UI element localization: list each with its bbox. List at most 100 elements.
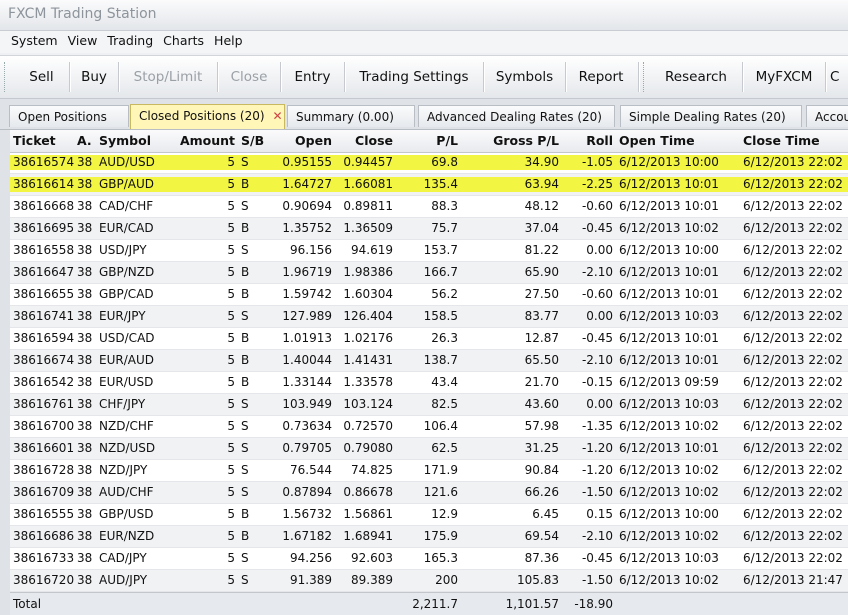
- menu-help[interactable]: Help: [214, 31, 250, 51]
- column-header-gross-pl[interactable]: Gross P/L: [461, 130, 562, 152]
- stop-limit-button[interactable]: Stop/Limit: [119, 56, 217, 98]
- cell-side: S: [241, 419, 249, 433]
- column-header-close[interactable]: Close: [335, 130, 396, 152]
- menu-charts[interactable]: Charts: [163, 31, 211, 51]
- cell-amount: 5: [227, 529, 235, 543]
- column-header-roll[interactable]: Roll: [562, 130, 616, 152]
- cell-pl: 69.8: [431, 155, 458, 169]
- tab-simple-dealing-rates[interactable]: Simple Dealing Rates (20): [620, 105, 802, 127]
- cell-symbol: AUD/USD: [99, 155, 155, 169]
- cell-roll: -2.25: [581, 177, 613, 191]
- table-row[interactable]: 38616700 38 NZD/CHF 5 S 0.73634 0.72570 106.4 57…: [10, 416, 848, 438]
- cell-roll: 0.00: [586, 243, 613, 257]
- cell-close: 94.619: [351, 243, 393, 257]
- cell-pl: 158.5: [423, 309, 458, 323]
- column-header-open-time[interactable]: Open Time: [616, 130, 740, 152]
- table-row[interactable]: 38616674 38 EUR/AUD 5 B 1.40044 1.41431 138.7 65…: [10, 350, 848, 372]
- sell-button[interactable]: Sell: [14, 56, 69, 98]
- cell-symbol: EUR/NZD: [99, 529, 155, 543]
- trading-settings-button[interactable]: Trading Settings: [345, 56, 483, 98]
- cell-open-time: 6/12/2013 10:03: [619, 551, 719, 565]
- research-button[interactable]: Research: [650, 56, 742, 98]
- column-header-account[interactable]: A.: [74, 130, 96, 152]
- table-row[interactable]: 38616655 38 GBP/CAD 5 B 1.59742 1.60304 56.2 27.…: [10, 284, 848, 306]
- table-row[interactable]: 38616558 38 USD/JPY 5 S 96.156 94.619 153.7 81.2…: [10, 240, 848, 262]
- table-row[interactable]: 38616574 38 AUD/USD 5 S 0.95155 0.94457 69.8 34.…: [10, 152, 848, 174]
- menu-system[interactable]: System: [0, 31, 65, 51]
- symbols-button[interactable]: Symbols: [484, 56, 565, 98]
- cell-symbol: NZD/JPY: [99, 463, 148, 477]
- toolbar-grip[interactable]: [4, 62, 8, 92]
- table-row[interactable]: 38616709 38 AUD/CHF 5 S 0.87894 0.86678 121.6 66…: [10, 482, 848, 504]
- table-row[interactable]: 38616668 38 CAD/CHF 5 S 0.90694 0.89811 88.3 48.…: [10, 196, 848, 218]
- cell-close-time: 6/12/2013 22:02: [743, 177, 843, 191]
- cell-open: 0.87894: [282, 485, 332, 499]
- cell-ticket: 38616655: [13, 287, 74, 301]
- table-row[interactable]: 38616720 38 AUD/JPY 5 S 91.389 89.389 200 105.83…: [10, 570, 848, 592]
- report-button[interactable]: Report: [566, 56, 636, 98]
- cell-close-time: 6/12/2013 22:02: [743, 485, 843, 499]
- cell-amount: 5: [227, 155, 235, 169]
- table-row[interactable]: 38616555 38 GBP/USD 5 B 1.56732 1.56861 12.9 6.4…: [10, 504, 848, 526]
- cell-side: B: [241, 331, 250, 345]
- cell-close-time: 6/12/2013 22:02: [743, 441, 843, 455]
- cell-open-time: 6/12/2013 10:01: [619, 287, 719, 301]
- tab-open-positions[interactable]: Open Positions: [9, 105, 129, 127]
- table-row[interactable]: 38616594 38 USD/CAD 5 B 1.01913 1.02176 26.3 12.…: [10, 328, 848, 350]
- cell-close-time: 6/12/2013 22:02: [743, 221, 843, 235]
- cell-symbol: NZD/CHF: [99, 419, 154, 433]
- table-row[interactable]: 38616695 38 EUR/CAD 5 B 1.35752 1.36509 75.7 37.…: [10, 218, 848, 240]
- column-header-open[interactable]: Open: [270, 130, 335, 152]
- column-header-pl[interactable]: P/L: [396, 130, 461, 152]
- cell-roll: 0.15: [586, 507, 613, 521]
- table-row[interactable]: 38616733 38 CAD/JPY 5 S 94.256 92.603 165.3 87.3…: [10, 548, 848, 570]
- entry-button[interactable]: Entry: [281, 56, 344, 98]
- cell-roll: -0.15: [581, 375, 613, 389]
- column-header-ticket[interactable]: Ticket: [10, 130, 74, 152]
- close-tab-icon[interactable]: ✕: [273, 109, 283, 123]
- column-header-side[interactable]: S/B: [238, 130, 270, 152]
- cell-gross-pl: 66.26: [524, 485, 559, 499]
- tab-closed-positions[interactable]: Closed Positions (20) ✕: [130, 104, 285, 129]
- cell-side: S: [241, 199, 249, 213]
- tab-bar: Open Positions Closed Positions (20) ✕ Su…: [0, 99, 848, 130]
- table-row[interactable]: 38616728 38 NZD/JPY 5 S 76.544 74.825 171.9 90.8…: [10, 460, 848, 482]
- cell-ticket: 38616728: [13, 463, 74, 477]
- cell-pl: 138.7: [423, 353, 458, 367]
- table-row[interactable]: 38616761 38 CHF/JPY 5 S 103.949 103.124 82.5 43.…: [10, 394, 848, 416]
- close-button[interactable]: Close: [218, 56, 280, 98]
- total-roll: -18.90: [574, 597, 613, 611]
- tab-advanced-dealing-rates[interactable]: Advanced Dealing Rates (20): [418, 105, 615, 127]
- cell-ticket: 38616709: [13, 485, 74, 499]
- column-header-close-time[interactable]: Close Time: [740, 130, 848, 152]
- tab-account[interactable]: Accou: [806, 105, 848, 127]
- cell-symbol: CHF/JPY: [99, 397, 146, 411]
- cell-close-time: 6/12/2013 21:47: [743, 573, 843, 587]
- cell-amount: 5: [227, 243, 235, 257]
- cell-symbol: NZD/USD: [99, 441, 156, 455]
- menu-view[interactable]: View: [68, 31, 105, 51]
- table-row[interactable]: 38616614 38 GBP/AUD 5 B 1.64727 1.66081 135.4 63…: [10, 174, 848, 196]
- tab-summary[interactable]: Summary (0.00): [287, 105, 415, 127]
- cell-roll: -1.50: [581, 573, 613, 587]
- menu-trading[interactable]: Trading: [107, 31, 160, 51]
- column-header-amount[interactable]: Amount: [170, 130, 238, 152]
- cell-account: 38: [77, 573, 93, 587]
- cell-amount: 5: [227, 177, 235, 191]
- cell-pl: 75.7: [431, 221, 458, 235]
- table-row[interactable]: 38616741 38 EUR/JPY 5 S 127.989 126.404 158.5 83…: [10, 306, 848, 328]
- table-row[interactable]: 38616542 38 EUR/USD 5 B 1.33144 1.33578 43.4 21.…: [10, 372, 848, 394]
- table-row[interactable]: 38616686 38 EUR/NZD 5 B 1.67182 1.68941 175.9 69…: [10, 526, 848, 548]
- overflow-button[interactable]: C: [830, 56, 848, 98]
- cell-open-time: 6/12/2013 10:02: [619, 529, 719, 543]
- myfxcm-button[interactable]: MyFXCM: [743, 56, 825, 98]
- cell-side: S: [241, 463, 249, 477]
- table-row[interactable]: 38616601 38 NZD/USD 5 S 0.79705 0.79080 62.5 31.…: [10, 438, 848, 460]
- table-row[interactable]: 38616647 38 GBP/NZD 5 B 1.96719 1.98386 166.7 65…: [10, 262, 848, 284]
- cell-side: S: [241, 397, 249, 411]
- cell-gross-pl: 83.77: [524, 309, 559, 323]
- toolbar-grip[interactable]: [643, 62, 647, 92]
- column-header-symbol[interactable]: Symbol: [96, 130, 170, 152]
- buy-button[interactable]: Buy: [70, 56, 118, 98]
- cell-close-time: 6/12/2013 22:02: [743, 243, 843, 257]
